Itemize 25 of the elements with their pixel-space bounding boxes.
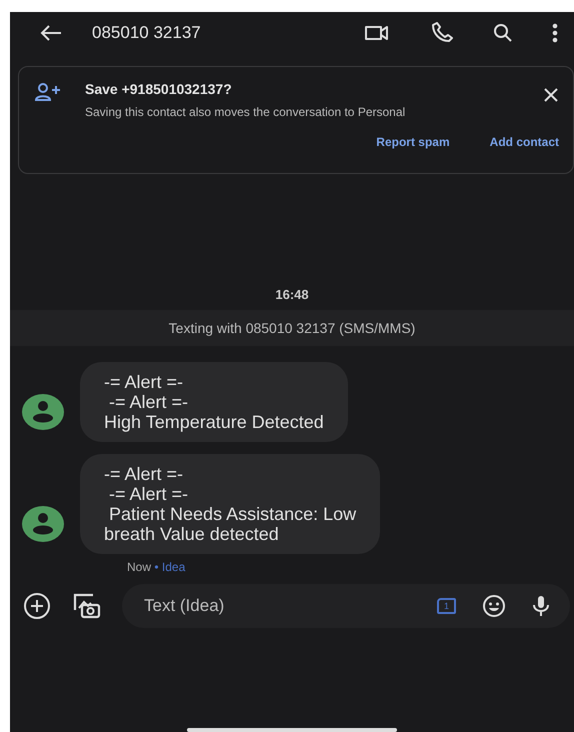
more-options-icon[interactable]	[552, 23, 558, 43]
avatar-icon	[22, 506, 64, 542]
emoji-icon[interactable]	[482, 594, 506, 618]
phone-icon[interactable]	[430, 22, 454, 44]
banner-title: Save +918501032137?	[85, 81, 233, 97]
message-bubble: -= Alert =- -= Alert =- Patient Needs Assistance: Low breath Value detected	[80, 454, 380, 554]
carrier-label: • Idea	[154, 560, 186, 574]
back-arrow-icon[interactable]	[40, 24, 62, 42]
add-icon[interactable]	[22, 590, 52, 620]
search-icon[interactable]	[492, 23, 514, 43]
add-person-icon	[35, 83, 61, 101]
timestamp: 16:48	[274, 286, 310, 304]
avatar-icon	[22, 394, 64, 430]
gallery-icon[interactable]	[72, 592, 102, 620]
message-input-field[interactable]: Text (Idea) 1	[122, 584, 570, 628]
message-bubble: -= Alert =- -= Alert =- High Temperature Detected	[80, 362, 348, 442]
conversation-title: 085010 32137	[92, 23, 202, 43]
microphone-icon[interactable]	[532, 594, 550, 618]
banner-description: Saving this contact also moves the conversation to Personal	[85, 105, 406, 119]
banner-action-button[interactable]: Report spam	[376, 135, 450, 149]
close-icon[interactable]	[543, 87, 559, 103]
message-time: Now	[127, 560, 152, 574]
banner-action-button[interactable]: Add contact	[490, 135, 559, 149]
sim-selector[interactable]: 1	[436, 598, 456, 614]
texting-notice: Texting with 085010 32137 (SMS/MMS)	[10, 310, 574, 346]
